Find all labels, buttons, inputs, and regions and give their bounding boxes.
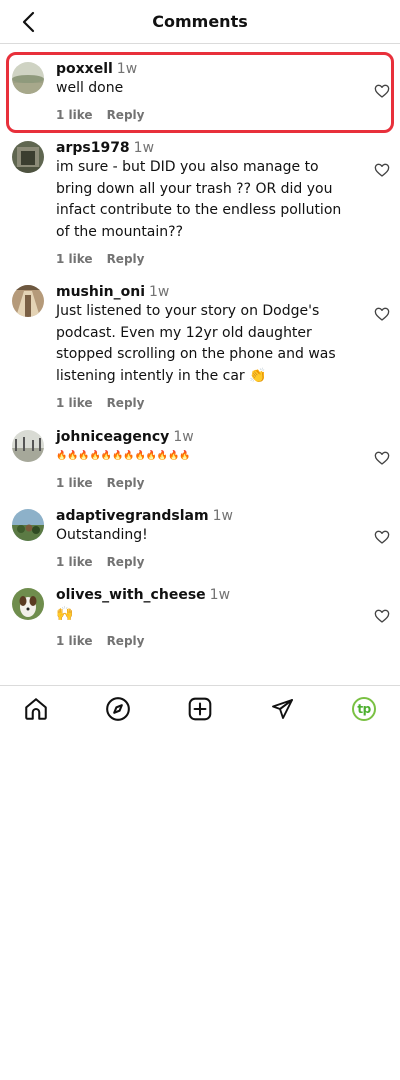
reply-button[interactable]: Reply	[107, 108, 145, 122]
comment-body: olives_with_cheese 1w 🙌 1 like Reply	[56, 586, 346, 650]
likes-count[interactable]: 1 like	[56, 555, 93, 569]
profile-icon[interactable]: tp	[351, 696, 377, 722]
direct-icon[interactable]	[269, 696, 295, 722]
heart-icon[interactable]	[374, 306, 390, 322]
comment-username[interactable]: johniceagency	[56, 429, 169, 445]
avatar[interactable]	[12, 430, 44, 462]
comment-time: 1w	[209, 587, 231, 603]
comment-time: 1w	[133, 140, 155, 156]
comment-text: 🙌	[56, 606, 74, 622]
likes-count[interactable]: 1 like	[56, 476, 93, 490]
reply-button[interactable]: Reply	[107, 476, 145, 490]
comment-body: johniceagency 1w 🔥🔥🔥🔥🔥🔥🔥🔥🔥🔥🔥🔥 1 like Reply	[56, 428, 346, 492]
header: Comments	[0, 0, 400, 44]
page-title: Comments	[152, 12, 248, 31]
avatar[interactable]	[12, 509, 44, 541]
comment-time: 1w	[212, 508, 233, 524]
home-icon[interactable]	[23, 696, 49, 722]
likes-count[interactable]: 1 like	[56, 252, 93, 266]
comment-time: 1w	[173, 429, 194, 445]
explore-icon[interactable]	[105, 696, 131, 722]
heart-icon[interactable]	[374, 162, 390, 178]
comment-body: adaptivegrandslam 1w Outstanding! 1 like R…	[56, 507, 346, 571]
reply-button[interactable]: Reply	[107, 396, 145, 410]
heart-icon[interactable]	[374, 529, 390, 545]
heart-icon[interactable]	[374, 83, 390, 99]
avatar[interactable]	[12, 62, 44, 94]
comment-username[interactable]: poxxell	[56, 61, 113, 77]
heart-icon[interactable]	[374, 450, 390, 466]
heart-icon[interactable]	[374, 608, 390, 624]
comment-body: arps1978 1w im sure - but DID you also ma…	[56, 139, 346, 268]
comment-username[interactable]: mushin_oni	[56, 284, 145, 300]
comment-text: 🔥🔥🔥🔥🔥🔥🔥🔥🔥🔥🔥🔥	[56, 451, 191, 461]
comment-time: 1w	[116, 61, 138, 77]
comment-body: mushin_oni 1w Just listened to your story…	[56, 283, 346, 412]
comment-username[interactable]: adaptivegrandslam	[56, 508, 209, 524]
avatar[interactable]	[12, 141, 44, 173]
likes-count[interactable]: 1 like	[56, 396, 93, 410]
comment-body: poxxell 1w well done 1 like Reply	[56, 60, 346, 124]
avatar[interactable]	[12, 588, 44, 620]
reply-button[interactable]: Reply	[107, 634, 145, 648]
comment-text: Just listened to your story on Dodge's p…	[56, 303, 336, 385]
comment-text: im sure - but DID you also manage to bri…	[56, 159, 342, 241]
likes-count[interactable]: 1 like	[56, 108, 93, 122]
comment-text: well done	[56, 80, 124, 96]
create-icon[interactable]	[187, 696, 213, 722]
comment-username[interactable]: arps1978	[56, 140, 130, 156]
profile-logo: tp	[352, 697, 376, 721]
reply-button[interactable]: Reply	[107, 555, 145, 569]
avatar[interactable]	[12, 285, 44, 317]
comment-time: 1w	[149, 284, 170, 300]
bottom-nav: tp	[0, 685, 400, 731]
reply-button[interactable]: Reply	[107, 252, 145, 266]
comment-username[interactable]: olives_with_cheese	[56, 587, 206, 603]
comment-text: Outstanding!	[56, 527, 148, 543]
likes-count[interactable]: 1 like	[56, 634, 93, 648]
